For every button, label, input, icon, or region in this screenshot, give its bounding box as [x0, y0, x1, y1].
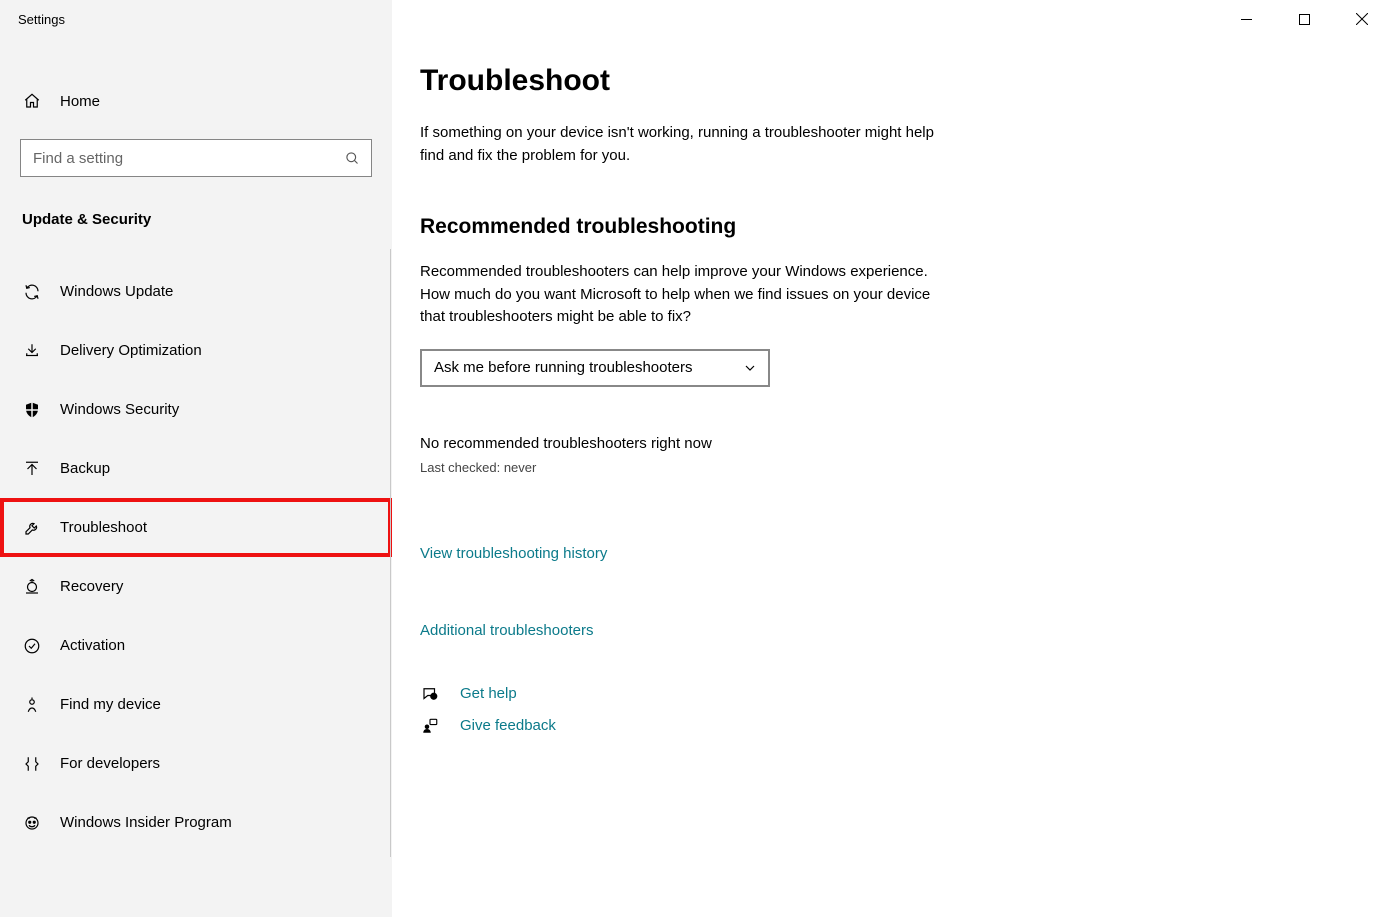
sidebar-item-windows-update[interactable]: Windows Update: [0, 262, 392, 321]
home-icon: [22, 92, 42, 110]
sidebar-item-windows-security[interactable]: Windows Security: [0, 380, 392, 439]
sidebar-item-backup[interactable]: Backup: [0, 439, 392, 498]
maximize-button[interactable]: [1275, 0, 1333, 38]
last-checked: Last checked: never: [420, 460, 1391, 475]
sidebar-item-label: For developers: [60, 755, 160, 772]
page-lead: If something on your device isn't workin…: [420, 122, 940, 167]
search-input[interactable]: [33, 150, 343, 167]
main-content: Troubleshoot If something on your device…: [392, 0, 1391, 917]
dropdown-value: Ask me before running troubleshooters: [434, 359, 692, 376]
sidebar-item-for-developers[interactable]: For developers: [0, 734, 392, 793]
wrench-icon: [22, 519, 42, 537]
chevron-down-icon: [744, 362, 756, 374]
link-additional-troubleshooters[interactable]: Additional troubleshooters: [420, 622, 593, 639]
search-icon: [343, 151, 361, 166]
link-troubleshooting-history[interactable]: View troubleshooting history: [420, 545, 607, 562]
sidebar-item-find-my-device[interactable]: Find my device: [0, 675, 392, 734]
sidebar-home[interactable]: Home: [0, 81, 392, 121]
sidebar-item-label: Windows Insider Program: [60, 814, 232, 831]
feedback-icon: [420, 717, 440, 735]
refresh-icon: [22, 283, 42, 301]
sidebar-item-recovery[interactable]: Recovery: [0, 557, 392, 616]
sidebar-item-label: Find my device: [60, 696, 161, 713]
sidebar-item-label: Troubleshoot: [60, 519, 147, 536]
divider: [390, 249, 391, 857]
recommended-heading: Recommended troubleshooting: [420, 215, 1391, 239]
recovery-icon: [22, 578, 42, 596]
shield-icon: [22, 401, 42, 419]
sidebar-item-label: Delivery Optimization: [60, 342, 202, 359]
link-give-feedback: Give feedback: [460, 717, 556, 734]
give-feedback-row[interactable]: Give feedback: [420, 717, 1391, 735]
get-help-row[interactable]: ? Get help: [420, 685, 1391, 703]
sidebar: Settings Home Update & Security Windows …: [0, 0, 392, 917]
help-block: ? Get help Give feedback: [420, 685, 1391, 735]
sidebar-item-label: Backup: [60, 460, 110, 477]
close-button[interactable]: [1333, 0, 1391, 38]
recommended-description: Recommended troubleshooters can help imp…: [420, 261, 940, 329]
sidebar-item-label: Windows Update: [60, 283, 173, 300]
search-box[interactable]: [20, 139, 372, 177]
insider-icon: [22, 814, 42, 832]
sidebar-item-label: Activation: [60, 637, 125, 654]
troubleshooter-preference-dropdown[interactable]: Ask me before running troubleshooters: [420, 349, 770, 387]
sidebar-nav: Windows Update Delivery Optimization Win…: [0, 262, 392, 852]
window-chrome: [1217, 0, 1391, 38]
recommended-status: No recommended troubleshooters right now: [420, 435, 1391, 452]
page-title: Troubleshoot: [420, 64, 1391, 98]
sidebar-section-title: Update & Security: [22, 211, 392, 228]
sidebar-home-label: Home: [60, 93, 100, 110]
backup-icon: [22, 460, 42, 478]
sidebar-item-label: Windows Security: [60, 401, 179, 418]
location-icon: [22, 696, 42, 714]
download-icon: [22, 342, 42, 360]
check-circle-icon: [22, 637, 42, 655]
app-title: Settings: [0, 8, 392, 27]
link-get-help: Get help: [460, 685, 517, 702]
sidebar-item-activation[interactable]: Activation: [0, 616, 392, 675]
sidebar-item-troubleshoot[interactable]: Troubleshoot: [0, 498, 392, 557]
sidebar-item-insider-program[interactable]: Windows Insider Program: [0, 793, 392, 852]
sidebar-item-label: Recovery: [60, 578, 123, 595]
sidebar-item-delivery-optimization[interactable]: Delivery Optimization: [0, 321, 392, 380]
minimize-button[interactable]: [1217, 0, 1275, 38]
search-wrap: [20, 139, 372, 177]
tools-icon: [22, 755, 42, 773]
help-icon: ?: [420, 685, 440, 703]
